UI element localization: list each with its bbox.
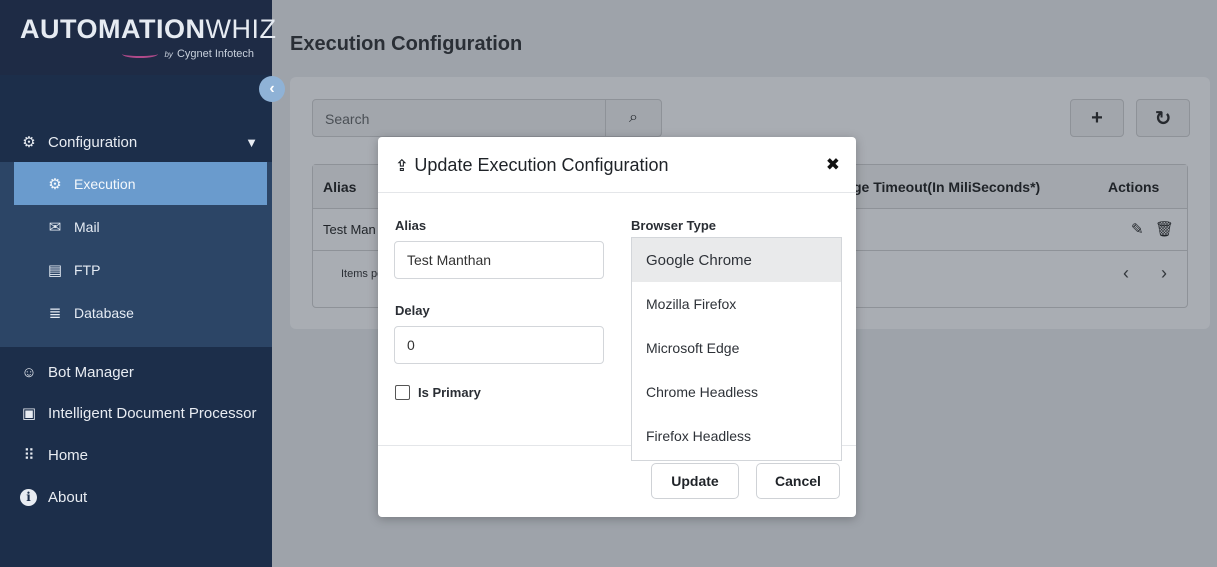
add-button[interactable]: + xyxy=(1070,99,1124,137)
database-icon: ≣ xyxy=(48,304,62,322)
checkbox-icon xyxy=(395,385,410,400)
browser-option-firefox-headless[interactable]: Firefox Headless xyxy=(632,414,841,458)
brand-name: AUTOMATIONWHIZ xyxy=(20,14,277,44)
refresh-button[interactable]: ↻ xyxy=(1136,99,1190,137)
browser-type-listbox[interactable]: Google Chrome Mozilla Firefox Microsoft … xyxy=(631,237,842,461)
cell-alias: Test Man xyxy=(323,222,376,237)
header-timeout: ge Timeout(In MiliSeconds*) xyxy=(853,179,1041,195)
close-icon[interactable]: ✖ xyxy=(826,155,840,175)
page-title: Execution Configuration xyxy=(290,33,523,55)
brand-subtitle: by Cygnet Infotech xyxy=(122,48,254,60)
collapse-sidebar-button[interactable]: ‹ xyxy=(259,76,285,102)
trash-icon[interactable]: 🗑 xyxy=(1155,220,1174,238)
grid-icon: ⠿ xyxy=(23,447,35,464)
sidebar-item-idp[interactable]: ▣ Intelligent Document Processor xyxy=(0,392,272,434)
items-per-page-label: Items pe xyxy=(341,268,384,280)
browser-option-chrome[interactable]: Google Chrome xyxy=(632,238,841,282)
modal-header: ⇪ Update Execution Configuration ✖ xyxy=(378,137,856,193)
alias-label: Alias xyxy=(395,218,427,233)
chevron-down-icon: ▼ xyxy=(245,134,258,150)
sidebar-item-mail[interactable]: ✉ Mail xyxy=(0,205,272,248)
update-button[interactable]: Update xyxy=(651,463,739,499)
gear-network-icon: ⚙ xyxy=(22,134,36,151)
is-primary-checkbox[interactable]: Is Primary xyxy=(395,385,481,400)
refresh-icon: ↻ xyxy=(1154,107,1172,130)
cancel-button[interactable]: Cancel xyxy=(756,463,840,499)
ftp-icon: ▤ xyxy=(47,261,63,279)
sidebar-item-home[interactable]: ⠿ Home xyxy=(0,434,272,476)
sidebar-item-about[interactable]: i About xyxy=(0,476,272,518)
sidebar: AUTOMATIONWHIZ by Cygnet Infotech ⚙ Conf… xyxy=(0,0,276,567)
sidebar-item-database[interactable]: ≣ Database xyxy=(0,291,272,334)
sidebar-item-ftp[interactable]: ▤ FTP xyxy=(0,248,272,291)
browser-type-label: Browser Type xyxy=(631,218,717,233)
header-alias: Alias xyxy=(323,179,357,195)
upload-icon: ⇪ xyxy=(395,157,409,175)
gear-icon: ⚙ xyxy=(48,175,62,193)
delay-field[interactable]: 0 xyxy=(394,326,604,364)
mail-icon: ✉ xyxy=(48,218,62,236)
sidebar-item-bot-manager[interactable]: ☺ Bot Manager xyxy=(0,351,272,393)
search-input[interactable]: Search ⌕ xyxy=(312,99,662,137)
modal-title: ⇪ Update Execution Configuration xyxy=(395,155,669,175)
header-actions: Actions xyxy=(1108,179,1160,195)
browser-option-edge[interactable]: Microsoft Edge xyxy=(632,326,841,370)
next-page-button[interactable]: › xyxy=(1161,263,1167,284)
search-icon: ⌕ xyxy=(629,109,638,126)
logo: AUTOMATIONWHIZ by Cygnet Infotech xyxy=(0,0,276,75)
browser-option-firefox[interactable]: Mozilla Firefox xyxy=(632,282,841,326)
prev-page-button[interactable]: ‹ xyxy=(1123,263,1129,284)
info-icon: i xyxy=(20,488,37,506)
browser-option-chrome-headless[interactable]: Chrome Headless xyxy=(632,370,841,414)
users-icon: ☺ xyxy=(21,363,37,381)
search-button[interactable]: ⌕ xyxy=(605,100,661,136)
configuration-submenu: ⚙ Execution ✉ Mail ▤ FTP ≣ Database xyxy=(0,162,272,347)
edit-icon[interactable]: ✎ xyxy=(1131,220,1144,238)
alias-field[interactable]: Test Manthan xyxy=(394,241,604,279)
sidebar-item-execution[interactable]: ⚙ Execution xyxy=(14,162,267,205)
swoosh-icon xyxy=(122,50,159,58)
document-gear-icon: ▣ xyxy=(21,405,37,422)
sidebar-item-configuration[interactable]: ⚙ Configuration ▼ xyxy=(0,122,272,162)
chevron-left-icon: ‹ xyxy=(269,80,275,97)
delay-label: Delay xyxy=(395,303,430,318)
plus-icon: + xyxy=(1091,106,1103,129)
